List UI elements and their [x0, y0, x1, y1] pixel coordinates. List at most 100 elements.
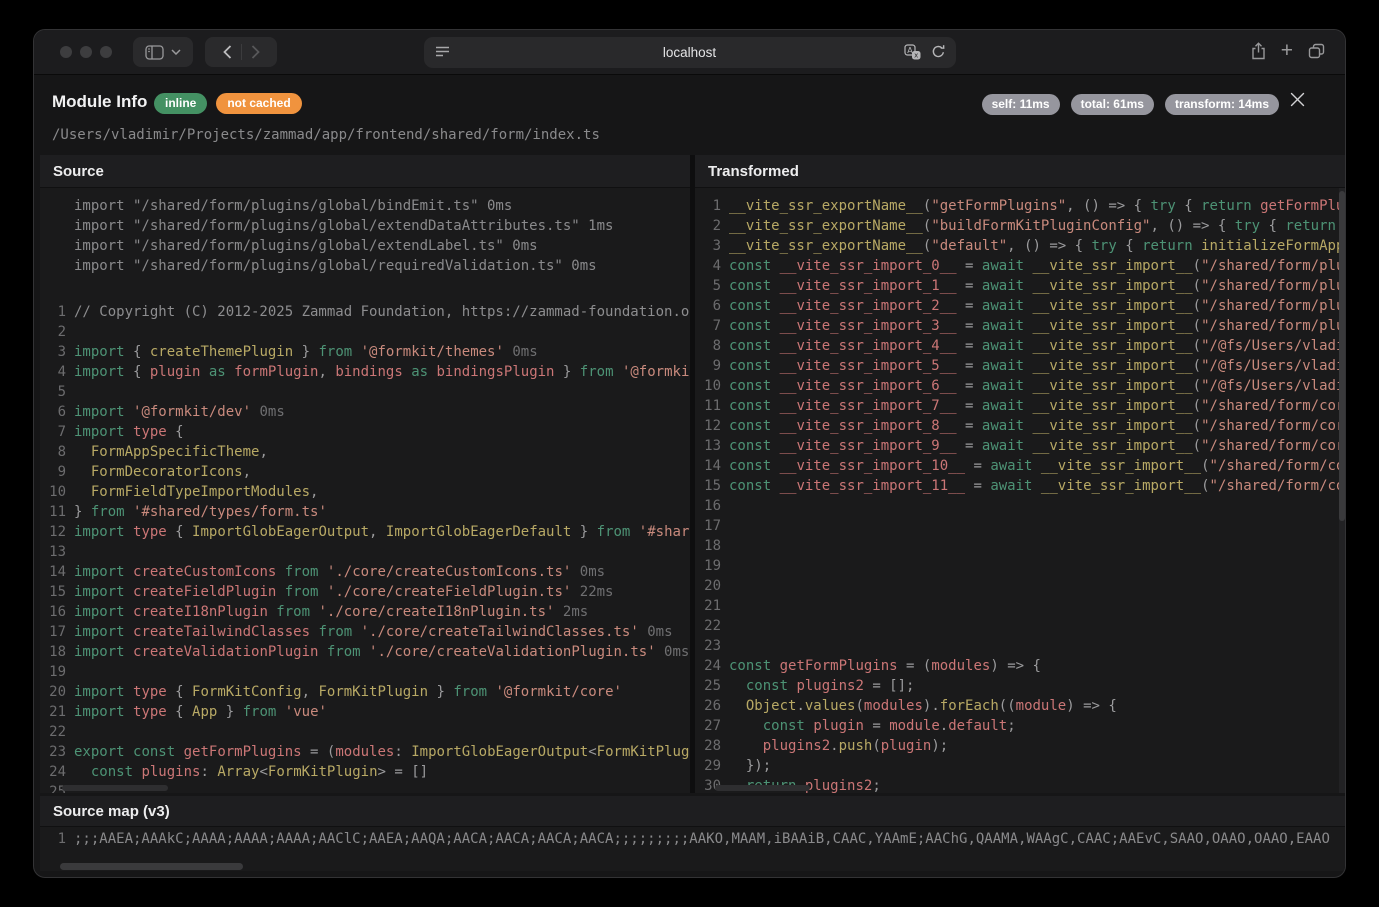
translate-icon[interactable]: A x — [904, 44, 921, 60]
transform-time-badge: transform: 14ms — [1165, 94, 1279, 115]
code-line: 1__vite_ssr_exportName__("getFormPlugins… — [695, 196, 1345, 216]
transformed-panel-title: Transformed — [695, 155, 1345, 188]
reload-icon[interactable] — [931, 44, 946, 60]
sidebar-icon — [145, 45, 164, 60]
nav-divider — [241, 44, 242, 60]
transformed-panel: Transformed 1__vite_ssr_exportName__("ge… — [695, 155, 1345, 793]
inline-badge: inline — [154, 93, 207, 114]
code-line: 4const __vite_ssr_import_0__ = await __v… — [695, 256, 1345, 276]
source-panel: Source import "/shared/form/plugins/glob… — [40, 155, 690, 793]
code-line: 22 — [40, 722, 690, 742]
code-line: 10 FormFieldTypeImportModules, — [40, 482, 690, 502]
new-tab-icon[interactable]: + — [1281, 40, 1293, 62]
total-time-badge: total: 61ms — [1071, 94, 1154, 115]
code-line: 18 — [695, 536, 1345, 556]
code-line: 21import type { App } from 'vue' — [40, 702, 690, 722]
code-line: 13 — [40, 542, 690, 562]
address-bar[interactable]: localhost A x — [424, 37, 956, 68]
code-line: 23 — [695, 636, 1345, 656]
transformed-hscrollbar[interactable] — [715, 785, 810, 791]
code-line: 14import createCustomIcons from './core/… — [40, 562, 690, 582]
sourcemap-panel: Source map (v3) 1;;;AAEA;AAAkC;AAAA;AAAA… — [40, 796, 1345, 871]
source-code-lines: 1// Copyright (C) 2012-2025 Zammad Found… — [40, 302, 690, 793]
code-line: 20 — [695, 576, 1345, 596]
code-line: 21 — [695, 596, 1345, 616]
code-line: 11} from '#shared/types/form.ts' — [40, 502, 690, 522]
code-line: 17 — [695, 516, 1345, 536]
code-line: 9 FormDecoratorIcons, — [40, 462, 690, 482]
browser-toolbar: localhost A x — [34, 30, 1345, 75]
inline-imports-block: import "/shared/form/plugins/global/bind… — [40, 196, 690, 276]
source-code[interactable]: import "/shared/form/plugins/global/bind… — [40, 188, 690, 793]
module-badges: inline not cached — [154, 93, 302, 114]
timing-badges: self: 11ms total: 61ms transform: 14ms — [982, 94, 1279, 115]
code-line: 1// Copyright (C) 2012-2025 Zammad Found… — [40, 302, 690, 322]
source-panel-title: Source — [40, 155, 690, 188]
code-line: 5const __vite_ssr_import_1__ = await __v… — [695, 276, 1345, 296]
self-time-badge: self: 11ms — [982, 94, 1060, 115]
transformed-vscrollbar[interactable] — [1339, 191, 1345, 521]
code-line: 9const __vite_ssr_import_5__ = await __v… — [695, 356, 1345, 376]
code-line: 15import createFieldPlugin from './core/… — [40, 582, 690, 602]
code-line: import "/shared/form/plugins/global/exte… — [40, 236, 690, 256]
code-line: 2__vite_ssr_exportName__("buildFormKitPl… — [695, 216, 1345, 236]
sourcemap-panel-title: Source map (v3) — [40, 796, 1345, 827]
toolbar-right-actions: + — [1251, 40, 1325, 62]
code-line: 6import '@formkit/dev' 0ms — [40, 402, 690, 422]
code-line: 13const __vite_ssr_import_9__ = await __… — [695, 436, 1345, 456]
module-file-path: /Users/vladimir/Projects/zammad/app/fron… — [52, 126, 600, 144]
not-cached-badge: not cached — [216, 93, 301, 114]
code-line: 24 const plugins: Array<FormKitPlugin> =… — [40, 762, 690, 782]
code-line: import "/shared/form/plugins/global/exte… — [40, 216, 690, 236]
nav-buttons — [205, 37, 277, 67]
code-line: 18import createValidationPlugin from './… — [40, 642, 690, 662]
code-line: 7import type { — [40, 422, 690, 442]
code-line: 12const __vite_ssr_import_8__ = await __… — [695, 416, 1345, 436]
back-button[interactable] — [223, 45, 232, 59]
tab-overview-icon[interactable] — [1308, 43, 1325, 59]
code-line: 5 — [40, 382, 690, 402]
code-line: 12import type { ImportGlobEagerOutput, I… — [40, 522, 690, 542]
code-line: 19 — [695, 556, 1345, 576]
code-line: 14const __vite_ssr_import_10__ = await _… — [695, 456, 1345, 476]
code-line: 4import { plugin as formPlugin, bindings… — [40, 362, 690, 382]
sourcemap-code[interactable]: 1;;;AAEA;AAAkC;AAAA;AAAA;AAAA;AAClC;AAEA… — [40, 827, 1345, 871]
code-line: 2 — [40, 322, 690, 342]
page-title: Module Info — [52, 92, 147, 112]
code-line: 22 — [695, 616, 1345, 636]
code-line: 26 Object.values(modules).forEach((modul… — [695, 696, 1345, 716]
code-panels: Source import "/shared/form/plugins/glob… — [40, 155, 1345, 793]
code-line: 23export const getFormPlugins = (modules… — [40, 742, 690, 762]
sourcemap-hscrollbar[interactable] — [60, 863, 243, 870]
svg-text:x: x — [914, 52, 918, 60]
transformed-code-lines: 1__vite_ssr_exportName__("getFormPlugins… — [695, 196, 1345, 793]
forward-button[interactable] — [251, 45, 260, 59]
code-line: 17import createTailwindClasses from './c… — [40, 622, 690, 642]
code-line: 1;;;AAEA;AAAkC;AAAA;AAAA;AAAA;AAClC;AAEA… — [40, 829, 1345, 849]
sourcemap-lines: 1;;;AAEA;AAAkC;AAAA;AAAA;AAAA;AAClC;AAEA… — [40, 829, 1345, 849]
code-line: 25 const plugins2 = []; — [695, 676, 1345, 696]
code-line: 8const __vite_ssr_import_4__ = await __v… — [695, 336, 1345, 356]
address-bar-actions: A x — [904, 44, 946, 60]
code-line: 6const __vite_ssr_import_2__ = await __v… — [695, 296, 1345, 316]
zoom-window-button[interactable] — [100, 46, 112, 58]
source-hscrollbar[interactable] — [62, 785, 168, 791]
sidebar-toggle-button[interactable] — [133, 37, 193, 67]
code-line: 16import createI18nPlugin from './core/c… — [40, 602, 690, 622]
code-line: 8 FormAppSpecificTheme, — [40, 442, 690, 462]
code-line: 7const __vite_ssr_import_3__ = await __v… — [695, 316, 1345, 336]
code-line: 11const __vite_ssr_import_7__ = await __… — [695, 396, 1345, 416]
close-window-button[interactable] — [60, 46, 72, 58]
minimize-window-button[interactable] — [80, 46, 92, 58]
close-icon[interactable] — [1290, 92, 1305, 107]
address-text: localhost — [424, 37, 956, 68]
code-line: 3__vite_ssr_exportName__("default", () =… — [695, 236, 1345, 256]
transformed-code[interactable]: 1__vite_ssr_exportName__("getFormPlugins… — [695, 188, 1345, 793]
code-line: 29 }); — [695, 756, 1345, 776]
code-line: 19 — [40, 662, 690, 682]
code-line: import "/shared/form/plugins/global/requ… — [40, 256, 690, 276]
chevron-down-icon — [171, 49, 181, 55]
code-line: import "/shared/form/plugins/global/bind… — [40, 196, 690, 216]
share-icon[interactable] — [1251, 42, 1266, 60]
window-controls[interactable] — [60, 46, 112, 58]
